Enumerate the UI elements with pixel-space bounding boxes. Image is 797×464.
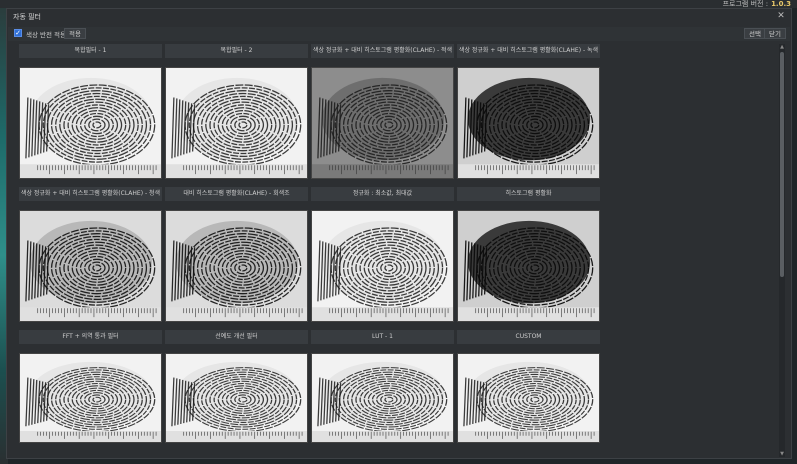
- filter-label: 정규화 : 최소값, 최대값: [311, 187, 454, 201]
- fingerprint-image: [458, 354, 599, 442]
- app-version-label: 프로그램 버전 :: [722, 0, 769, 8]
- fingerprint-preview[interactable]: [311, 353, 454, 443]
- toolbar: ✓ 색상 반전 적용 적용 선택 닫기: [8, 27, 790, 41]
- fingerprint-preview[interactable]: [457, 353, 600, 443]
- app-top-bar: 프로그램 버전 :1.0.3: [0, 0, 797, 8]
- filter-label: 선예도 개선 필터: [165, 330, 308, 344]
- filter-label: 복합필터 - 2: [165, 44, 308, 58]
- fingerprint-preview[interactable]: [311, 67, 454, 179]
- scroll-thumb[interactable]: [780, 52, 784, 277]
- app-version: 프로그램 버전 :1.0.3: [723, 0, 791, 8]
- filter-cell[interactable]: 복합필터 - 2: [165, 44, 308, 179]
- filter-label: 색상 정규화 + 대비 히스토그램 평활화(CLAHE) - 적색: [311, 44, 454, 58]
- apply-button[interactable]: 적용: [64, 28, 86, 39]
- filter-cell[interactable]: 색상 정규화 + 대비 히스토그램 평활화(CLAHE) - 녹색: [457, 44, 600, 179]
- invert-color-checkbox[interactable]: ✓: [14, 29, 22, 37]
- fingerprint-preview[interactable]: [311, 210, 454, 322]
- select-button[interactable]: 선택: [744, 28, 766, 39]
- filter-label: LUT - 1: [311, 330, 454, 344]
- filter-cell[interactable]: FFT + 의역 통과 필터: [19, 330, 162, 443]
- filter-grid: 복합필터 - 1 복합필터 - 2 색상 정규화 + 대비 히스토그램 평활화(CL…: [19, 44, 600, 443]
- filter-cell[interactable]: 대비 히스토그램 평활화(CLAHE) - 회색조: [165, 187, 308, 322]
- invert-color-label: 색상 반전 적용: [26, 31, 67, 39]
- fingerprint-image: [20, 211, 161, 321]
- filter-label: 색상 정규화 + 대비 히스토그램 평활화(CLAHE) - 청색: [19, 187, 162, 201]
- filter-label: FFT + 의역 통과 필터: [19, 330, 162, 344]
- fingerprint-preview[interactable]: [457, 210, 600, 322]
- fingerprint-preview[interactable]: [19, 67, 162, 179]
- fingerprint-preview[interactable]: [19, 210, 162, 322]
- fingerprint-preview[interactable]: [19, 353, 162, 443]
- filter-cell[interactable]: LUT - 1: [311, 330, 454, 443]
- fingerprint-preview[interactable]: [165, 210, 308, 322]
- fingerprint-image: [458, 68, 599, 178]
- app-version-number: 1.0.3: [771, 0, 791, 8]
- filter-label: 히스토그램 평활화: [457, 187, 600, 201]
- filter-grid-area: 복합필터 - 1 복합필터 - 2 색상 정규화 + 대비 히스토그램 평활화(CL…: [19, 44, 779, 457]
- filter-label: 대비 히스토그램 평활화(CLAHE) - 회색조: [165, 187, 308, 201]
- close-icon[interactable]: ✕: [775, 11, 787, 22]
- scroll-up-icon[interactable]: ▲: [779, 44, 785, 50]
- fingerprint-preview[interactable]: [457, 67, 600, 179]
- vertical-scrollbar[interactable]: ▲ ▼: [779, 44, 785, 457]
- fingerprint-preview[interactable]: [165, 353, 308, 443]
- filter-cell[interactable]: 정규화 : 최소값, 최대값: [311, 187, 454, 322]
- fingerprint-image: [166, 354, 307, 442]
- close-button[interactable]: 닫기: [764, 28, 786, 39]
- fingerprint-image: [458, 211, 599, 321]
- fingerprint-image: [20, 354, 161, 442]
- fingerprint-image: [312, 354, 453, 442]
- filter-label: 색상 정규화 + 대비 히스토그램 평활화(CLAHE) - 녹색: [457, 44, 600, 58]
- filter-cell[interactable]: CUSTOM: [457, 330, 600, 443]
- fingerprint-image: [20, 68, 161, 178]
- scroll-down-icon[interactable]: ▼: [779, 451, 785, 457]
- filter-cell[interactable]: 복합필터 - 1: [19, 44, 162, 179]
- fingerprint-image: [312, 211, 453, 321]
- filter-cell[interactable]: 색상 정규화 + 대비 히스토그램 평활화(CLAHE) - 적색: [311, 44, 454, 179]
- filter-cell[interactable]: 히스토그램 평활화: [457, 187, 600, 322]
- fingerprint-image: [166, 211, 307, 321]
- filter-label: 복합필터 - 1: [19, 44, 162, 58]
- filter-cell[interactable]: 색상 정규화 + 대비 히스토그램 평활화(CLAHE) - 청색: [19, 187, 162, 322]
- auto-filter-window: 자동 필터 ✕ ✓ 색상 반전 적용 적용 선택 닫기 복합필터 - 1 복합필터…: [6, 8, 792, 459]
- window-title: 자동 필터: [13, 13, 41, 21]
- filter-label: CUSTOM: [457, 330, 600, 344]
- fingerprint-preview[interactable]: [165, 67, 308, 179]
- filter-cell[interactable]: 선예도 개선 필터: [165, 330, 308, 443]
- fingerprint-image: [312, 68, 453, 178]
- fingerprint-image: [166, 68, 307, 178]
